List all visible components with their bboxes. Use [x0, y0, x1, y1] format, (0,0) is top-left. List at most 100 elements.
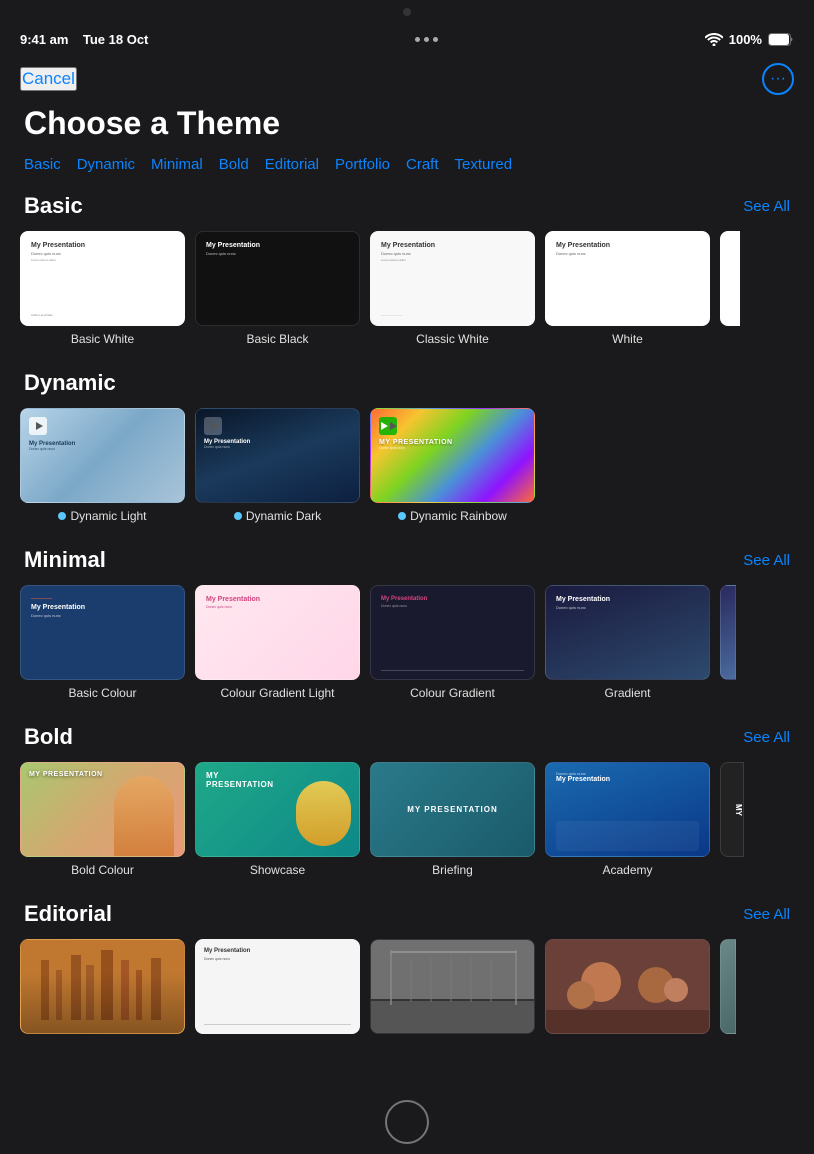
thumb-sub: Donec quis nunc — [206, 251, 349, 256]
editorial-section-header: Editorial See All — [20, 901, 794, 927]
bold-section-title: Bold — [24, 724, 73, 750]
theme-white-thumb: My Presentation Donec quis nunc — [545, 231, 710, 326]
filter-tab-bold[interactable]: Bold — [219, 156, 249, 173]
theme-classic-white[interactable]: My Presentation Donec quis nunc Lorem ip… — [370, 231, 535, 346]
theme-bold-colour[interactable]: MY PRESENTATION Bold Colour — [20, 762, 185, 877]
thumb-sub: Donec quis nunc — [31, 251, 174, 256]
editorial-see-all[interactable]: See All — [743, 906, 790, 923]
theme-dynamic-dark[interactable]: My Presentation Donec quis nunc Dynamic … — [195, 408, 360, 523]
thumb-accent: ───── — [31, 596, 174, 602]
basic-section: Basic See All My Presentation Donec quis… — [20, 193, 794, 346]
filter-tab-editorial[interactable]: Editorial — [265, 156, 319, 173]
theme-briefing-thumb: MY PRESENTATION — [370, 762, 535, 857]
filter-tab-textured[interactable]: Textured — [455, 156, 513, 173]
dot-3 — [433, 37, 438, 42]
thumb-title: My Presentation — [381, 596, 524, 602]
dynamic-section-header: Dynamic — [20, 370, 794, 396]
bold-section: Bold See All MY PRESENTATION Bold Colour — [20, 724, 794, 877]
theme-basic-white-label: Basic White — [71, 332, 134, 346]
battery-label: 100% — [729, 32, 762, 47]
theme-showcase-label: Showcase — [250, 863, 305, 877]
status-center-dots — [415, 37, 438, 42]
theme-basic-colour-thumb: ───── My Presentation Donec quis nunc — [20, 585, 185, 680]
theme-colour-gradient-light-label: Colour Gradient Light — [220, 686, 334, 700]
thumb-sub: Donec quis nunc — [556, 251, 699, 256]
dynamic-dot — [234, 512, 242, 520]
theme-minimal-partial — [720, 585, 736, 700]
person-shape2 — [296, 781, 351, 846]
thumb-title: My Presentation — [204, 948, 351, 954]
home-button[interactable] — [385, 1100, 429, 1144]
theme-white[interactable]: My Presentation Donec quis nunc White — [545, 231, 710, 346]
theme-basic-white[interactable]: My Presentation Donec quis nunc Lorem ip… — [20, 231, 185, 346]
theme-editorial-1[interactable] — [20, 939, 185, 1040]
cancel-button[interactable]: Cancel — [20, 67, 77, 91]
thumb-sub: Donec quis nunc — [204, 957, 351, 961]
theme-minimal-partial-thumb — [720, 585, 736, 680]
filter-tab-craft[interactable]: Craft — [406, 156, 439, 173]
bold-theme-row: MY PRESENTATION Bold Colour MY PRESENTAT… — [20, 762, 794, 877]
top-bar: Cancel ··· — [0, 55, 814, 105]
page-title: Choose a Theme — [20, 105, 794, 142]
dynamic-section: Dynamic My Presentation Donec quis nunc … — [20, 370, 794, 523]
theme-basic-black[interactable]: My Presentation Donec quis nunc Basic Bl… — [195, 231, 360, 346]
theme-dynamic-light-thumb: My Presentation Donec quis nunc — [20, 408, 185, 503]
thumb-title: My Presentation — [31, 604, 174, 611]
minimal-see-all[interactable]: See All — [743, 552, 790, 569]
play-icon-dark — [204, 417, 222, 435]
filter-tab-minimal[interactable]: Minimal — [151, 156, 203, 173]
theme-dynamic-rainbow[interactable]: MY PRESENTATION Donec quis nunc Dynamic … — [370, 408, 535, 523]
filter-tab-dynamic[interactable]: Dynamic — [77, 156, 135, 173]
theme-basic-white-thumb: My Presentation Donec quis nunc Lorem ip… — [20, 231, 185, 326]
thumb-title: My Presentation — [556, 776, 610, 783]
wifi-icon — [705, 33, 723, 46]
theme-editorial-2-thumb: My Presentation Donec quis nunc — [195, 939, 360, 1034]
theme-white-partial — [720, 231, 740, 346]
play-triangle — [381, 422, 388, 430]
theme-colour-gradient-thumb: My Presentation Donec quis nunc — [370, 585, 535, 680]
dynamic-dot — [58, 512, 66, 520]
basic-section-title: Basic — [24, 193, 83, 219]
thumb-title: MY — [206, 771, 349, 780]
line — [204, 1024, 351, 1025]
theme-academy[interactable]: Donec quis nunc My Presentation Academy — [545, 762, 710, 877]
theme-briefing[interactable]: MY PRESENTATION Briefing — [370, 762, 535, 877]
camera-dot-area — [0, 0, 814, 20]
thumb-sub: Donec quis nunc — [381, 251, 524, 256]
minimal-section: Minimal See All ───── My Presentation Do… — [20, 547, 794, 700]
theme-basic-black-label: Basic Black — [246, 332, 308, 346]
editorial-section: Editorial See All — [20, 901, 794, 1040]
thumb-sub: Donec quis nunc — [29, 447, 176, 451]
theme-basic-colour[interactable]: ───── My Presentation Donec quis nunc Ba… — [20, 585, 185, 700]
thumb-title: MY PRESENTATION — [379, 439, 526, 446]
theme-colour-gradient-light[interactable]: My Presentation Donec quis nunc Colour G… — [195, 585, 360, 700]
theme-editorial-partial-thumb — [720, 939, 736, 1034]
theme-dynamic-light[interactable]: My Presentation Donec quis nunc Dynamic … — [20, 408, 185, 523]
thumb-body: Lorem ipsum dolor — [31, 258, 174, 262]
basic-see-all[interactable]: See All — [743, 198, 790, 215]
theme-editorial-3[interactable] — [370, 939, 535, 1040]
thumb-ocean — [556, 821, 699, 851]
filter-tab-portfolio[interactable]: Portfolio — [335, 156, 390, 173]
filter-tab-basic[interactable]: Basic — [24, 156, 61, 173]
theme-showcase-thumb: MY PRESENTATION — [195, 762, 360, 857]
theme-editorial-4[interactable] — [545, 939, 710, 1040]
theme-white-label: White — [612, 332, 643, 346]
theme-gradient[interactable]: My Presentation Donec quis nunc Gradient — [545, 585, 710, 700]
partial-text: MY — [734, 804, 743, 816]
thumb-title: My Presentation — [556, 242, 699, 249]
theme-showcase[interactable]: MY PRESENTATION Showcase — [195, 762, 360, 877]
thumb-divider: ────────── — [381, 313, 402, 317]
bold-section-header: Bold See All — [20, 724, 794, 750]
minimal-theme-row: ───── My Presentation Donec quis nunc Ba… — [20, 585, 794, 700]
more-button[interactable]: ··· — [762, 63, 794, 95]
basic-section-header: Basic See All — [20, 193, 794, 219]
theme-editorial-2[interactable]: My Presentation Donec quis nunc — [195, 939, 360, 1040]
theme-colour-gradient[interactable]: My Presentation Donec quis nunc Colour G… — [370, 585, 535, 700]
bold-see-all[interactable]: See All — [743, 729, 790, 746]
bridge-svg — [371, 940, 535, 1034]
dot-1 — [415, 37, 420, 42]
thumb-title: My Presentation — [556, 596, 699, 603]
main-content: Choose a Theme Basic Dynamic Minimal Bol… — [0, 105, 814, 1084]
theme-bold-colour-thumb: MY PRESENTATION — [20, 762, 185, 857]
